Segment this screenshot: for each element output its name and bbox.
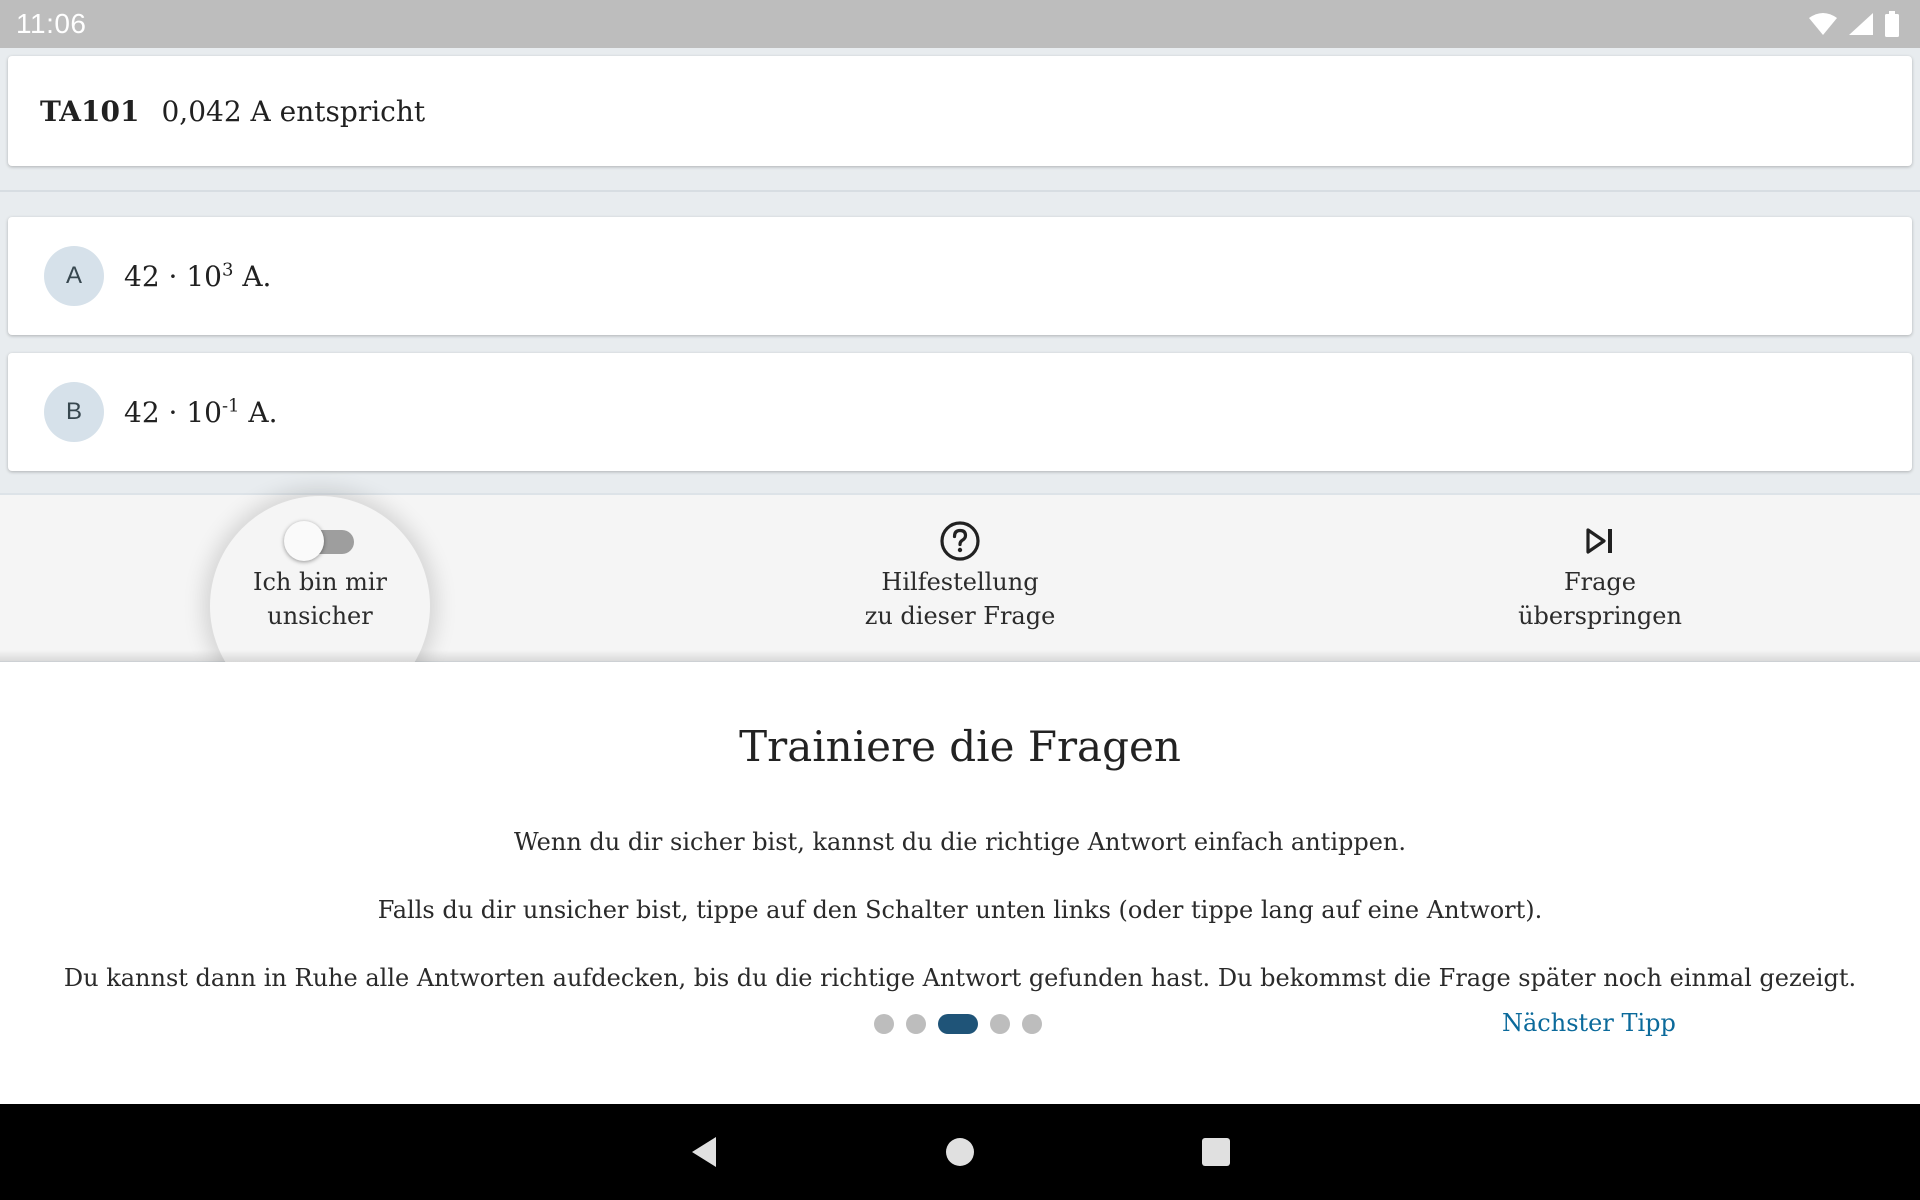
- skip-label: Frage überspringen: [1518, 565, 1682, 633]
- status-bar: 11:06: [0, 0, 1920, 48]
- toggle-thumb: [284, 521, 324, 561]
- help-label-line1: Hilfestellung: [881, 568, 1039, 596]
- unsure-label: Ich bin mir unsicher: [253, 565, 387, 633]
- answer-exponent: 3: [221, 259, 234, 281]
- pager-dot-3-active[interactable]: [938, 1014, 978, 1034]
- tip-pager: [874, 1013, 1042, 1035]
- answer-option-b[interactable]: B 42 · 10-1 A.: [8, 353, 1912, 471]
- home-icon[interactable]: [940, 1132, 980, 1172]
- unsure-label-line2: unsicher: [267, 602, 373, 630]
- back-icon[interactable]: [684, 1132, 724, 1172]
- answer-text: 42 · 103 A.: [124, 260, 271, 293]
- pager-dot-5[interactable]: [1022, 1014, 1042, 1034]
- help-circle-icon: [938, 519, 982, 563]
- answer-text: 42 · 10-1 A.: [124, 396, 278, 429]
- answer-letter-badge: B: [44, 382, 104, 442]
- answer-mantissa: 42 · 10: [124, 395, 222, 429]
- wifi-icon: [1808, 12, 1838, 36]
- skip-label-line2: überspringen: [1518, 602, 1682, 630]
- question-text: 0,042 A entspricht: [161, 94, 426, 128]
- pager-dot-1[interactable]: [874, 1014, 894, 1034]
- unsure-label-line1: Ich bin mir: [252, 568, 388, 596]
- question-id: TA101: [40, 94, 140, 128]
- help-label-line2: zu dieser Frage: [864, 602, 1056, 630]
- recents-icon[interactable]: [1196, 1132, 1236, 1172]
- status-time: 11:06: [16, 8, 87, 39]
- skip-label-line1: Frage: [1564, 568, 1636, 596]
- tip-paragraph: Du kannst dann in Ruhe alle Antworten au…: [63, 964, 1857, 992]
- action-bar-shadow: [0, 650, 1920, 662]
- tip-title: Trainiere die Fragen: [739, 722, 1181, 771]
- question-card: TA101 0,042 A entspricht: [8, 56, 1912, 166]
- next-tip-button[interactable]: Nächster Tipp: [1502, 1009, 1676, 1037]
- signal-icon: [1848, 12, 1874, 36]
- answer-exponent: -1: [221, 395, 240, 417]
- skip-next-icon: [1584, 519, 1616, 563]
- answer-unit: A.: [239, 395, 278, 429]
- unsure-toggle[interactable]: [284, 519, 356, 563]
- pager-dot-2[interactable]: [906, 1014, 926, 1034]
- divider: [0, 190, 1920, 192]
- help-button[interactable]: Hilfestellung zu dieser Frage: [780, 493, 1140, 661]
- help-label: Hilfestellung zu dieser Frage: [865, 565, 1056, 633]
- answer-unit: A.: [233, 259, 272, 293]
- pager-dot-4[interactable]: [990, 1014, 1010, 1034]
- skip-question-button[interactable]: Frage überspringen: [1420, 493, 1780, 661]
- unsure-toggle-action[interactable]: Ich bin mir unsicher: [140, 493, 500, 661]
- answer-option-a[interactable]: A 42 · 103 A.: [8, 217, 1912, 335]
- battery-icon: [1884, 11, 1900, 37]
- status-icons: [1808, 11, 1900, 37]
- tip-paragraph: Wenn du dir sicher bist, kannst du die r…: [513, 828, 1407, 856]
- unsure-toggle-wrap: [284, 519, 356, 563]
- answer-letter-badge: A: [44, 246, 104, 306]
- system-nav-bar: [0, 1104, 1920, 1200]
- tip-paragraph: Falls du dir unsicher bist, tippe auf de…: [377, 896, 1543, 924]
- tip-sheet: Trainiere die Fragen Wenn du dir sicher …: [0, 662, 1920, 1104]
- answer-mantissa: 42 · 10: [124, 259, 222, 293]
